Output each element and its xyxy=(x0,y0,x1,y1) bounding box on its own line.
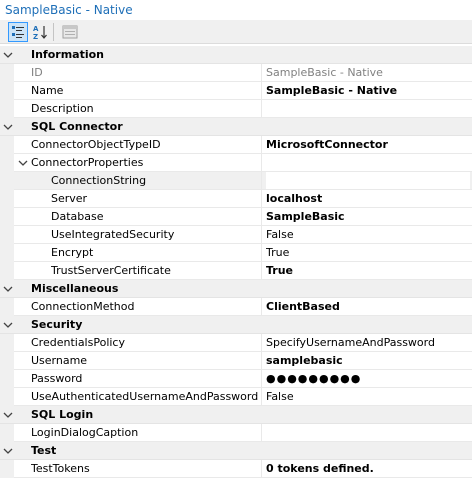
property-grid-toolbar: A Z xyxy=(0,20,472,44)
property-name: ConnectionString xyxy=(51,174,147,187)
property-value[interactable]: SampleBasic - Native xyxy=(266,82,470,100)
category-label: SQL Connector xyxy=(31,120,123,133)
collapse-chevron-icon[interactable] xyxy=(3,320,13,330)
category-sql-login[interactable]: SQL Login xyxy=(0,406,472,424)
window-title: SampleBasic - Native xyxy=(0,0,472,20)
property-row-trust-server-certificate[interactable]: TrustServerCertificate True xyxy=(0,262,472,280)
property-name: UseAuthenticatedUsernameAndPassword xyxy=(31,390,259,403)
property-row-connector-object-type-id[interactable]: ConnectorObjectTypeID MicrosoftConnector xyxy=(0,136,472,154)
property-name: ConnectorObjectTypeID xyxy=(31,138,161,151)
property-row-name[interactable]: Name SampleBasic - Native xyxy=(0,82,472,100)
category-label: SQL Login xyxy=(31,408,94,421)
property-row-server[interactable]: Server localhost xyxy=(0,190,472,208)
property-row-connection-method[interactable]: ConnectionMethod ClientBased xyxy=(0,298,472,316)
property-value[interactable]: False xyxy=(266,388,470,406)
property-name: TrustServerCertificate xyxy=(51,264,171,277)
alphabetical-view-button[interactable]: A Z xyxy=(30,22,50,42)
collapse-chevron-icon[interactable] xyxy=(3,122,13,132)
property-row-username[interactable]: Username samplebasic xyxy=(0,352,472,370)
property-name: Server xyxy=(51,192,88,205)
property-row-login-dialog-caption[interactable]: LoginDialogCaption xyxy=(0,424,472,442)
property-row-test-tokens[interactable]: TestTokens 0 tokens defined. xyxy=(0,460,472,478)
collapse-chevron-icon[interactable] xyxy=(3,284,13,294)
property-value[interactable]: MicrosoftConnector xyxy=(266,136,470,154)
property-name: Encrypt xyxy=(51,246,94,259)
property-row-credentials-policy[interactable]: CredentialsPolicy SpecifyUsernameAndPass… xyxy=(0,334,472,352)
property-row-use-authenticated-username-and-password[interactable]: UseAuthenticatedUsernameAndPassword Fals… xyxy=(0,388,472,406)
svg-text:Z: Z xyxy=(33,33,38,40)
category-label: Miscellaneous xyxy=(31,282,119,295)
categorized-view-button[interactable] xyxy=(8,22,28,42)
toolbar-separator xyxy=(53,23,54,41)
collapse-chevron-icon[interactable] xyxy=(18,158,28,168)
property-value[interactable]: ClientBased xyxy=(266,298,470,316)
property-value[interactable]: localhost xyxy=(266,190,470,208)
category-miscellaneous[interactable]: Miscellaneous xyxy=(0,280,472,298)
category-information[interactable]: Information xyxy=(0,46,472,64)
collapse-chevron-icon[interactable] xyxy=(3,446,13,456)
property-row-description[interactable]: Description xyxy=(0,100,472,118)
property-name: TestTokens xyxy=(31,462,90,475)
property-name: Password xyxy=(31,372,83,385)
property-name: CredentialsPolicy xyxy=(31,336,125,349)
property-name: UseIntegratedSecurity xyxy=(51,228,175,241)
property-value[interactable]: 0 tokens defined. xyxy=(266,460,470,478)
category-label: Information xyxy=(31,48,104,61)
property-pages-icon xyxy=(62,25,78,39)
category-label: Test xyxy=(31,444,57,457)
property-name: Name xyxy=(31,84,64,97)
alphabetical-sort-icon: A Z xyxy=(33,25,47,40)
property-name: Username xyxy=(31,354,88,367)
property-value[interactable]: True xyxy=(266,244,470,262)
property-value[interactable]: samplebasic xyxy=(266,352,470,370)
property-value[interactable]: SpecifyUsernameAndPassword xyxy=(266,334,470,352)
property-value[interactable]: True xyxy=(266,262,470,280)
property-name: ConnectorProperties xyxy=(31,156,144,169)
property-value[interactable]: False xyxy=(266,226,470,244)
property-value[interactable]: SampleBasic xyxy=(266,208,470,226)
category-test[interactable]: Test xyxy=(0,442,472,460)
category-sql-connector[interactable]: SQL Connector xyxy=(0,118,472,136)
property-name: ConnectionMethod xyxy=(31,300,135,313)
categorized-icon xyxy=(12,26,24,38)
property-name: Database xyxy=(51,210,104,223)
property-row-connector-properties[interactable]: ConnectorProperties xyxy=(0,154,472,172)
collapse-chevron-icon[interactable] xyxy=(3,50,13,60)
property-row-use-integrated-security[interactable]: UseIntegratedSecurity False xyxy=(0,226,472,244)
property-name: LoginDialogCaption xyxy=(31,426,139,439)
property-name: Description xyxy=(31,102,94,115)
property-name: ID xyxy=(31,66,43,79)
category-label: Security xyxy=(31,318,83,331)
property-row-id[interactable]: ID SampleBasic - Native xyxy=(0,64,472,82)
property-row-connection-string[interactable]: ConnectionString xyxy=(0,172,472,190)
collapse-chevron-icon[interactable] xyxy=(3,410,13,420)
password-masked-value[interactable]: ●●●●●●●●● xyxy=(266,370,470,388)
property-row-encrypt[interactable]: Encrypt True xyxy=(0,244,472,262)
svg-text:A: A xyxy=(33,25,39,33)
property-row-database[interactable]: Database SampleBasic xyxy=(0,208,472,226)
property-value[interactable] xyxy=(266,172,470,189)
property-pages-button[interactable] xyxy=(60,22,80,42)
property-grid: Information ID SampleBasic - Native Name… xyxy=(0,46,472,483)
property-row-password[interactable]: Password ●●●●●●●●● xyxy=(0,370,472,388)
property-value: SampleBasic - Native xyxy=(266,66,383,79)
category-security[interactable]: Security xyxy=(0,316,472,334)
